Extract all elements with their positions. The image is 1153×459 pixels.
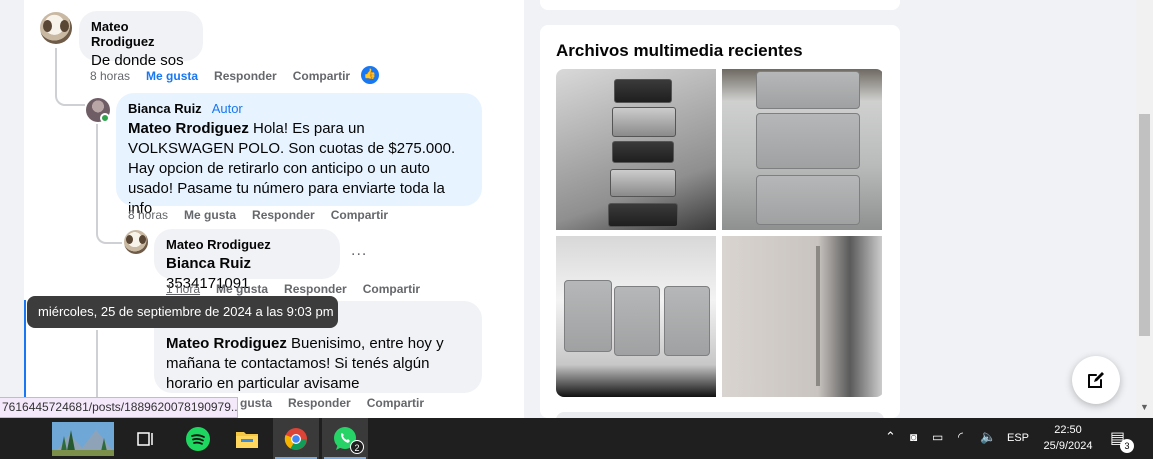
comment-bubble: Mateo Rrodiguez De donde sos: [79, 11, 203, 69]
like-button[interactable]: Me gusta: [184, 208, 236, 222]
clock-date: 25/9/2024: [1043, 440, 1093, 452]
share-button[interactable]: Compartir: [367, 396, 424, 410]
recent-media-card: Archivos multimedia recientes: [540, 25, 900, 418]
clock-time: 22:50: [1054, 424, 1082, 436]
share-button[interactable]: Compartir: [331, 208, 388, 222]
volume-icon[interactable]: 🔈: [980, 429, 996, 445]
reply-button[interactable]: Responder: [214, 69, 277, 83]
more-options-icon[interactable]: ...: [351, 242, 367, 260]
comment-author[interactable]: Mateo Rrodiguez: [91, 19, 191, 49]
mention-link[interactable]: Bianca Ruiz: [166, 255, 251, 272]
media-thumbnail[interactable]: [556, 236, 716, 397]
online-status-icon: [100, 113, 110, 123]
chrome-icon: [284, 427, 307, 450]
compose-icon: [1088, 372, 1104, 388]
comment-author-line: Bianca Ruiz Autor: [128, 101, 470, 116]
comment-time[interactable]: 8 horas: [90, 69, 130, 83]
timestamp-tooltip: miércoles, 25 de septiembre de 2024 a la…: [27, 296, 338, 328]
share-button[interactable]: Compartir: [363, 282, 420, 296]
thread-line: [96, 330, 98, 400]
media-thumbnail[interactable]: [556, 69, 716, 230]
system-clock[interactable]: 22:50 25/9/2024: [1036, 422, 1100, 454]
scroll-down-arrow-icon[interactable]: ▼: [1140, 402, 1149, 412]
comment-author[interactable]: Mateo Rrodiguez: [166, 237, 328, 252]
folder-icon: [236, 431, 258, 448]
language-indicator[interactable]: ESP: [1007, 432, 1029, 444]
like-button[interactable]: Me gusta: [146, 69, 198, 83]
page-scrollbar[interactable]: ▼: [1136, 0, 1153, 418]
show-hidden-icons[interactable]: ⌃: [885, 429, 896, 445]
widgets-button[interactable]: [50, 418, 116, 459]
wifi-icon[interactable]: ◜: [958, 429, 963, 445]
avatar[interactable]: [40, 12, 72, 44]
author-badge: Autor: [211, 101, 243, 116]
mention-link[interactable]: Mateo Rrodiguez: [128, 120, 249, 137]
landscape-icon: [52, 421, 114, 456]
media-title: Archivos multimedia recientes: [556, 41, 803, 60]
avatar[interactable]: [124, 230, 148, 254]
task-view-icon: [137, 431, 153, 446]
like-button[interactable]: gusta: [240, 396, 272, 410]
comment-actions: gusta Responder Compartir: [240, 396, 424, 410]
media-thumbnail[interactable]: [722, 236, 882, 397]
spotify-taskbar-button[interactable]: [175, 418, 221, 459]
comment-actions: 8 horas Me gusta Responder Compartir: [128, 208, 388, 222]
windows-taskbar: 2 ⌃ ◙ ▭ ◜ 🔈 ESP 22:50 25/9/2024 ▤ 3: [0, 418, 1153, 459]
media-grid: [556, 69, 884, 397]
task-view-button[interactable]: [123, 418, 169, 459]
comment-actions: 1 hora Me gusta Responder Compartir: [166, 282, 420, 296]
comment-bubble: Mateo Rrodiguez Bianca Ruiz 3534171091: [154, 229, 340, 292]
status-bar-url: 7616445724681/posts/1889620078190979...: [0, 397, 238, 418]
comment-text: Mateo Rrodiguez Hola! Es para un VOLKSWA…: [128, 119, 470, 219]
mention-link[interactable]: Mateo Rrodiguez: [166, 335, 287, 352]
reply-button[interactable]: Responder: [288, 396, 351, 410]
share-button[interactable]: Compartir: [293, 69, 350, 83]
like-reaction-icon[interactable]: 👍: [361, 66, 379, 84]
reply-button[interactable]: Responder: [284, 282, 347, 296]
meet-now-icon[interactable]: ◙: [910, 430, 917, 444]
chrome-taskbar-button[interactable]: [273, 418, 319, 459]
notification-count-badge: 3: [1120, 439, 1134, 453]
comment-bubble: Bianca Ruiz Autor Mateo Rrodiguez Hola! E…: [116, 93, 482, 217]
like-button[interactable]: Me gusta: [216, 282, 268, 296]
thread-line: [55, 48, 85, 106]
sidebar-card: [540, 0, 900, 10]
comment-text: De donde sos: [91, 52, 184, 69]
whatsapp-taskbar-button[interactable]: 2: [322, 418, 368, 459]
reply-button[interactable]: Responder: [252, 208, 315, 222]
new-message-button[interactable]: [1072, 356, 1120, 404]
comment-time[interactable]: 8 horas: [128, 208, 168, 222]
comment-author[interactable]: Bianca Ruiz: [128, 101, 202, 116]
spotify-icon: [186, 426, 210, 451]
scrollbar-thumb[interactable]: [1139, 114, 1150, 336]
media-thumbnail[interactable]: [722, 69, 882, 230]
file-explorer-button[interactable]: [224, 418, 270, 459]
battery-icon[interactable]: ▭: [932, 430, 943, 444]
unread-badge: 2: [350, 440, 364, 454]
comment-time[interactable]: 1 hora: [166, 282, 200, 296]
comment-actions: 8 horas Me gusta Responder Compartir: [90, 69, 350, 83]
comment-text: Mateo Rrodiguez Buenisimo, entre hoy y m…: [166, 334, 470, 394]
